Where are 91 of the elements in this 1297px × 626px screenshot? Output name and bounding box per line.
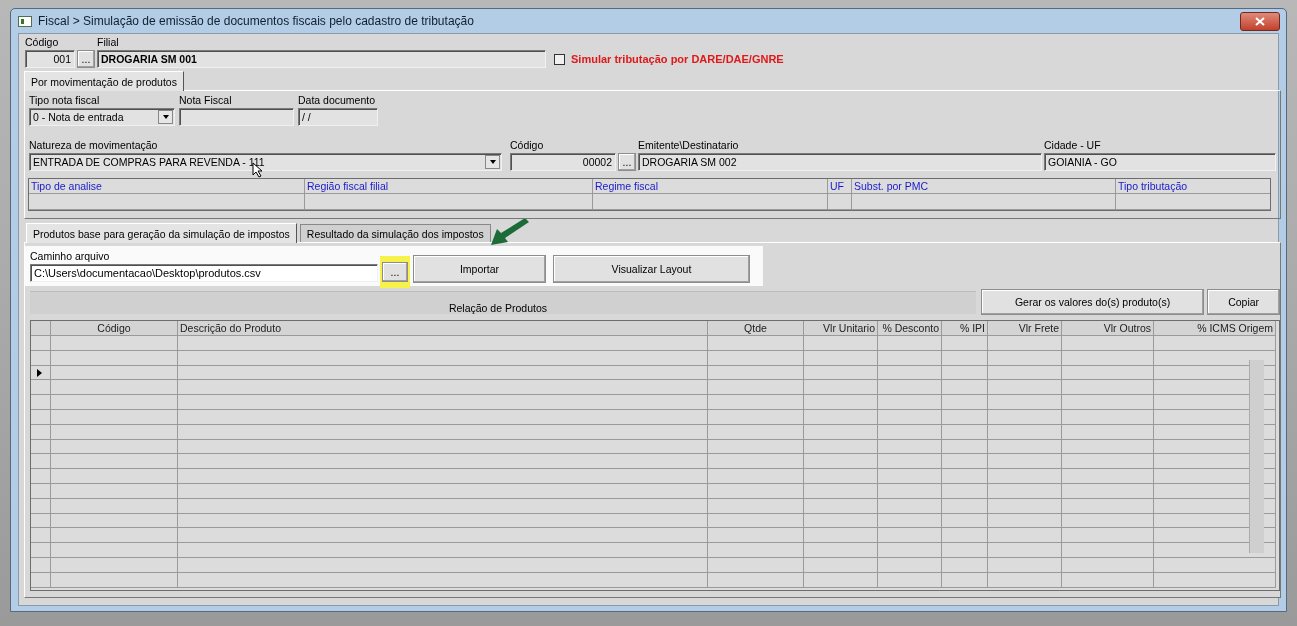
column-header: Tipo tributação (1116, 179, 1270, 194)
table-cell (942, 483, 988, 499)
button[interactable]: Importar (413, 255, 546, 283)
table-cell (878, 498, 942, 514)
table-cell (942, 365, 988, 381)
scrollbar[interactable] (1249, 360, 1264, 553)
column-header: Vlr Outros (1062, 321, 1154, 336)
table-cell (942, 513, 988, 529)
column-header: Código (51, 321, 178, 336)
table-cell (942, 350, 988, 366)
field-label: Emitente\Destinatario (638, 139, 740, 151)
table-cell (942, 439, 988, 455)
column-header: Vlr Frete (988, 321, 1062, 336)
column-header: UF (828, 179, 852, 194)
table-cell (942, 424, 988, 440)
tab[interactable]: Por movimentação de produtos (24, 71, 184, 91)
table-cell (942, 395, 988, 410)
table-cell (878, 483, 942, 499)
table-cell (878, 454, 942, 470)
table-cell (878, 424, 942, 440)
column-header: Regime fiscal (593, 179, 828, 194)
field-label: Filial (97, 36, 120, 48)
column-header: Descrição do Produto (178, 321, 708, 336)
table-cell (878, 513, 942, 529)
table-cell (942, 336, 988, 351)
table-cell (878, 336, 942, 351)
field-label: Nota Fiscal (179, 94, 233, 106)
dropdown[interactable]: ENTRADA DE COMPRAS PARA REVENDA - 111 (29, 153, 502, 171)
field-label: Cidade - UF (1044, 139, 1102, 151)
button[interactable]: Copiar (1207, 289, 1280, 315)
table-cell (942, 410, 988, 425)
input-field[interactable]: 00002 (510, 153, 616, 171)
column-header: % Desconto (878, 321, 942, 336)
dropdown[interactable]: 0 - Nota de entrada (29, 108, 175, 126)
table-cell (942, 528, 988, 544)
table-cell (878, 350, 942, 366)
section-title: Relação de Produtos (448, 301, 547, 314)
app-icon (18, 15, 32, 27)
field-label: Tipo nota fiscal (29, 94, 101, 106)
close-button[interactable] (1240, 11, 1280, 31)
button[interactable]: Visualizar Layout (553, 255, 750, 283)
table-cell (878, 572, 942, 588)
table-cell (828, 194, 852, 210)
table-cell (942, 572, 988, 588)
row-pointer-icon (37, 368, 42, 377)
field-label: Caminho arquivo (30, 250, 111, 262)
table-cell (878, 395, 942, 410)
branch-field[interactable]: DROGARIA SM 001 (97, 50, 546, 68)
table-cell (878, 439, 942, 455)
column-header: Qtde (708, 321, 804, 336)
field-label: Código (25, 36, 60, 48)
column-header: Região fiscal filial (305, 179, 593, 194)
table-cell (878, 380, 942, 396)
column-header: % ICMS Origem (1154, 321, 1276, 336)
browse-button[interactable]: ... (77, 50, 95, 68)
pointer-arrow (489, 219, 531, 247)
table-cell (878, 543, 942, 558)
input-field[interactable]: DROGARIA SM 002 (638, 153, 1042, 171)
input-field[interactable]: / / (298, 108, 378, 126)
tab[interactable]: Resultado da simulação dos impostos (299, 224, 491, 242)
table-cell (942, 380, 988, 396)
code-field[interactable]: 001 (25, 50, 75, 68)
table-cell (878, 410, 942, 425)
close-icon (1255, 16, 1265, 26)
table-cell (878, 557, 942, 573)
table-cell (942, 557, 988, 573)
table-cell (942, 454, 988, 470)
window-title: Fiscal > Simulação de emissão de documentos fiscais pelo cadastro de tributação (38, 14, 475, 28)
checkbox[interactable] (554, 53, 565, 65)
table-cell (878, 365, 942, 381)
column-header: Vlr Unitario (804, 321, 878, 336)
table-cell (942, 498, 988, 514)
column-header: Tipo de analise (29, 179, 305, 194)
file-path-field[interactable]: C:\Users\documentacao\Desktop\produtos.csv (30, 264, 378, 282)
field-label: Código (510, 139, 545, 151)
column-header: % IPI (942, 321, 988, 336)
table-cell (878, 528, 942, 544)
table-cell (942, 469, 988, 484)
checkbox-label: Simular tributação por DARE/DAE/GNRE (571, 53, 784, 65)
field-label: Data documento (298, 94, 377, 106)
field-label: Natureza de movimentação (29, 139, 159, 151)
table-cell (942, 543, 988, 558)
button[interactable]: Gerar os valores do(s) produto(s) (980, 289, 1205, 315)
column-header: Subst. por PMC (852, 179, 1116, 194)
browse-button[interactable]: ... (382, 262, 408, 282)
input-field[interactable]: GOIANIA - GO (1044, 153, 1276, 171)
browse-button[interactable]: ... (618, 153, 636, 171)
tab[interactable]: Produtos base para geração da simulação de impostos (26, 223, 297, 243)
table-cell (878, 469, 942, 484)
row-selector[interactable] (31, 365, 51, 381)
input-field[interactable] (179, 108, 294, 126)
